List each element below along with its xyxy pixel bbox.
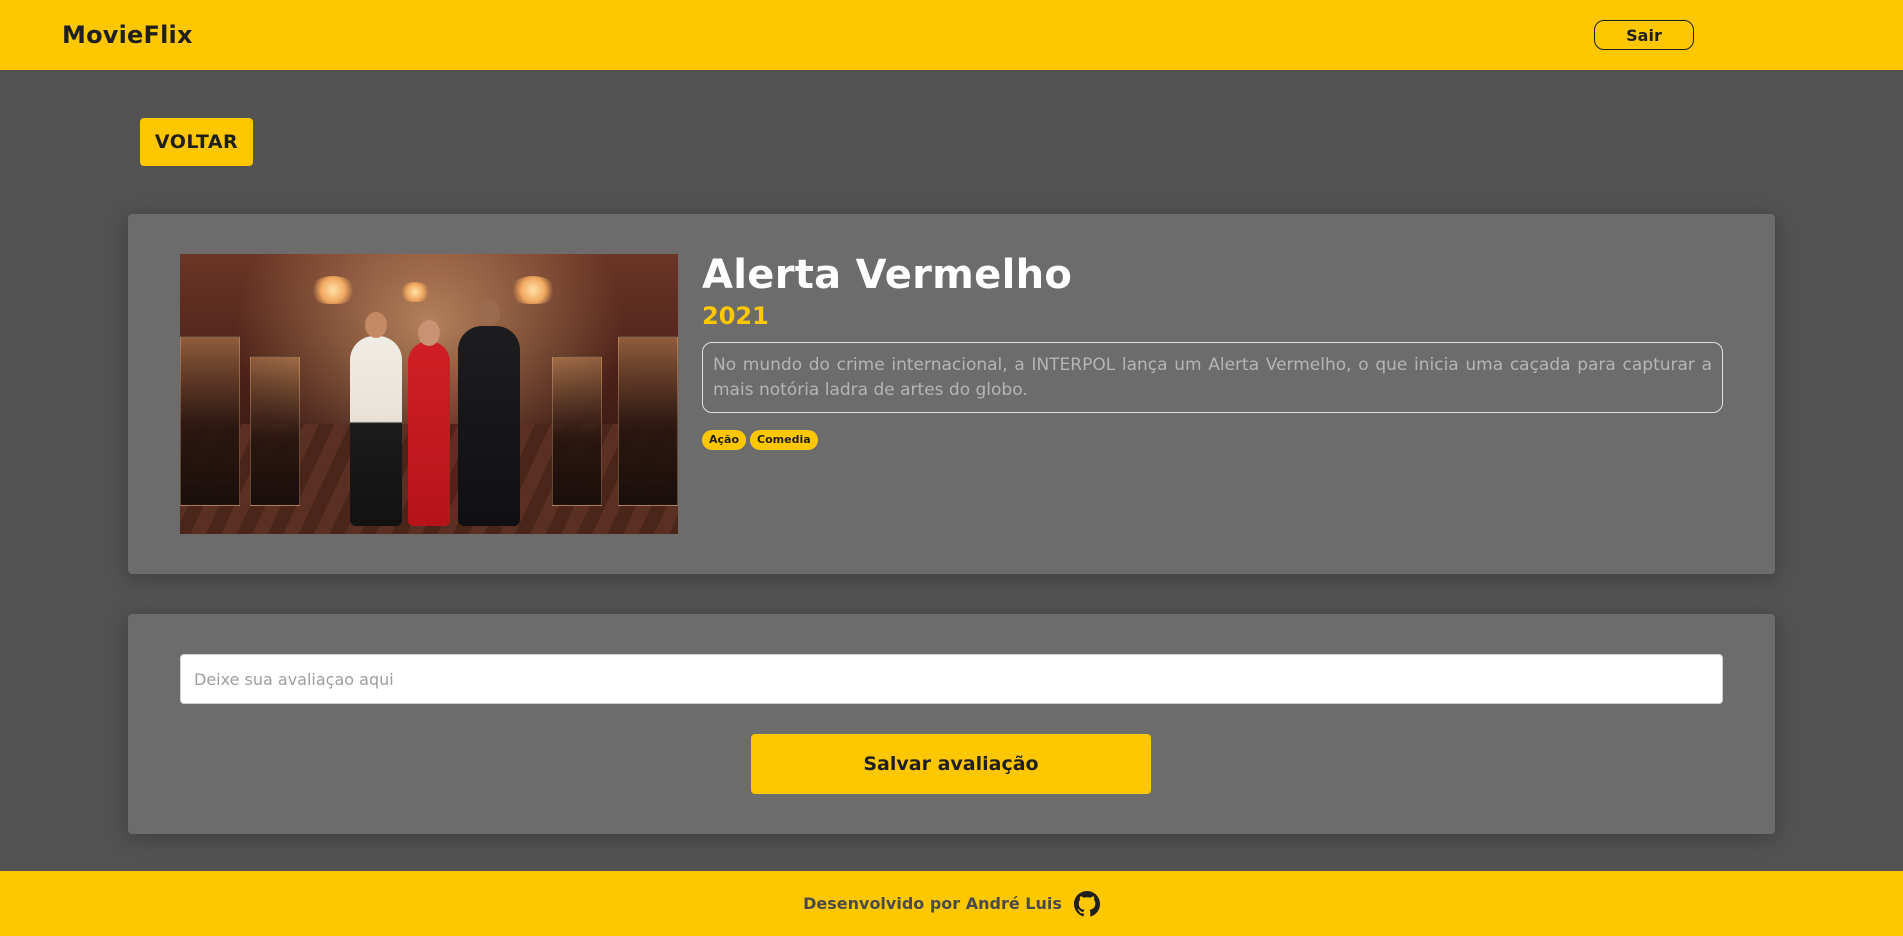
genre-badge: Comedia (750, 430, 818, 450)
genre-list: Ação Comedia (702, 430, 818, 450)
genre-badge: Ação (702, 430, 747, 450)
navbar: MovieFlix Sair (0, 0, 1903, 70)
review-form-card: Salvar avaliação (128, 614, 1775, 834)
poster-chandelier (310, 276, 356, 304)
brand-logo[interactable]: MovieFlix (62, 0, 193, 70)
poster-chandelier (510, 276, 556, 304)
back-button[interactable]: VOLTAR (140, 118, 253, 166)
footer: Desenvolvido por André Luis (0, 871, 1903, 936)
poster-display-case (618, 336, 678, 506)
logout-button[interactable]: Sair (1594, 20, 1694, 50)
movie-poster-image (180, 254, 678, 534)
movie-details-card: Alerta Vermelho 2021 No mundo do crime i… (128, 214, 1775, 574)
review-input[interactable] (180, 654, 1723, 704)
github-icon[interactable] (1073, 890, 1100, 917)
movie-synopsis: No mundo do crime internacional, a INTER… (702, 342, 1723, 413)
poster-display-case (180, 336, 240, 506)
poster-person-head (418, 320, 440, 346)
page: MovieFlix Sair VOLTAR Alerta Vermelho 20… (0, 0, 1903, 936)
poster-chandelier (400, 282, 430, 302)
movie-title: Alerta Vermelho (702, 252, 1073, 298)
poster-person (408, 341, 450, 526)
poster-display-case (250, 356, 300, 506)
movie-year: 2021 (702, 302, 769, 330)
poster-person-head (478, 300, 500, 326)
poster-person (350, 336, 402, 526)
save-review-button[interactable]: Salvar avaliação (751, 734, 1151, 794)
poster-person-head (365, 312, 387, 338)
poster-person (458, 326, 520, 526)
poster-display-case (552, 356, 602, 506)
footer-credit: Desenvolvido por André Luis (803, 894, 1062, 913)
